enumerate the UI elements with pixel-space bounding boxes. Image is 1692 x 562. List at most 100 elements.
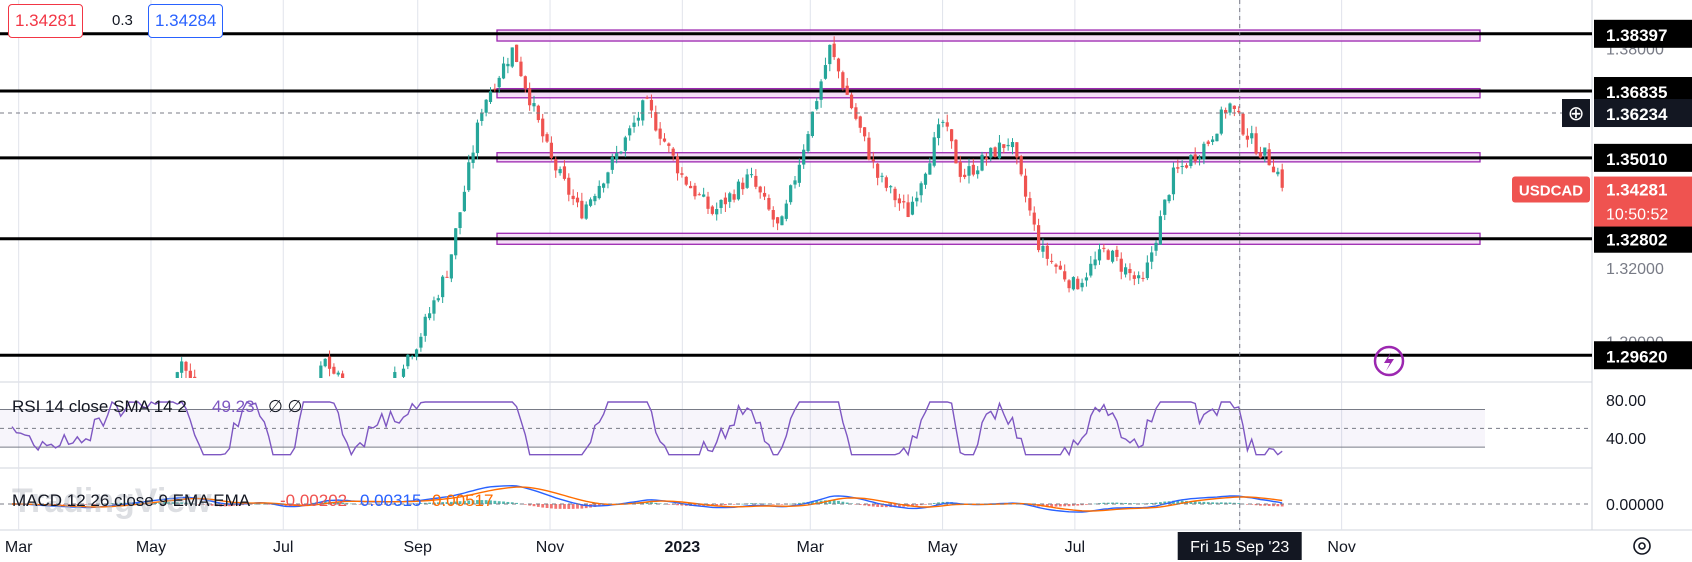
candle-body	[1184, 165, 1189, 168]
candle-body	[858, 116, 862, 128]
candle-body	[971, 164, 975, 175]
x-tick-label: Sep	[403, 539, 432, 556]
candle-body	[963, 174, 967, 178]
candle-body	[554, 159, 558, 171]
candle-body	[793, 180, 797, 185]
candle-body	[602, 183, 606, 188]
candle-body	[1245, 135, 1249, 140]
candle-body	[1023, 175, 1028, 197]
candle-body	[989, 147, 993, 158]
candle-body	[719, 199, 723, 208]
candle-body	[941, 121, 945, 123]
candle-body	[549, 142, 553, 158]
candle-body	[732, 194, 736, 200]
candle-body	[723, 197, 727, 205]
candle-body	[662, 138, 667, 142]
candle-body	[932, 137, 936, 166]
ask-price-box[interactable]: 1.34284	[148, 4, 224, 38]
candle-body	[967, 166, 971, 176]
macd-histogram-bar	[789, 503, 793, 505]
candle-body	[728, 193, 732, 202]
candle-body	[545, 134, 549, 142]
candle-body	[180, 361, 184, 373]
candle-body	[806, 134, 810, 152]
candle-body	[441, 276, 445, 298]
rsi-tick-label: 80.00	[1606, 393, 1646, 410]
candle-body	[993, 147, 997, 157]
candle-body	[671, 148, 675, 156]
candle-body	[475, 122, 480, 154]
chart-canvas[interactable]: 80.0040.00 0.00000 Mar May Jul Sep Nov 2023 Ma…	[0, 0, 1692, 562]
macd-histogram-bar	[1267, 504, 1271, 506]
candle-body	[863, 127, 867, 137]
macd-histogram-bar	[924, 504, 927, 505]
crosshair	[0, 0, 1592, 530]
candle-body	[1010, 142, 1015, 148]
candle-body	[393, 372, 397, 378]
candle-body	[1280, 169, 1284, 188]
candle-body	[619, 151, 623, 154]
candle-body	[1189, 155, 1193, 166]
candle-body	[893, 188, 897, 201]
candle-body	[810, 111, 814, 137]
flash-icon[interactable]	[1373, 345, 1405, 377]
macd-histogram-bar	[523, 504, 527, 505]
ask-price: 1.34284	[155, 11, 217, 30]
candle-body	[445, 276, 449, 278]
macd-histogram-bar	[532, 504, 536, 507]
candle-body	[889, 186, 893, 188]
candle-body	[628, 128, 632, 136]
candle-body	[597, 185, 601, 199]
candle-body	[1145, 262, 1149, 279]
candle-body	[480, 113, 484, 121]
candle-body	[532, 103, 536, 107]
candle-body	[636, 117, 640, 121]
candle-body	[802, 149, 806, 165]
candle-body	[1093, 259, 1097, 266]
candle-body	[706, 196, 710, 209]
candle-body	[188, 370, 192, 378]
bid-price: 1.34281	[15, 11, 77, 30]
candle-body	[876, 163, 880, 178]
macd-histogram-bar	[1219, 502, 1223, 504]
x-tick-label: Fri 15 Sep '23	[1190, 539, 1289, 556]
candle-body	[1158, 216, 1162, 245]
macd-histogram-bar	[554, 504, 558, 509]
x-tick-label: May	[927, 539, 957, 556]
rsi-tick-label: 40.00	[1606, 431, 1646, 448]
candle-body	[950, 129, 954, 142]
candle-body	[623, 137, 627, 151]
macd-histogram-bar	[541, 504, 545, 508]
candle-body	[501, 63, 506, 79]
candle-body	[606, 172, 610, 184]
candle-body	[954, 139, 958, 164]
candle-body	[410, 356, 414, 358]
candle-body	[780, 216, 784, 226]
gear-icon[interactable]	[1633, 537, 1651, 555]
macd-histogram-bar	[1237, 503, 1241, 504]
macd-histogram-bar	[567, 504, 571, 509]
macd-histogram-bar	[545, 504, 549, 509]
candle-body	[645, 97, 649, 99]
candle-body	[1089, 263, 1093, 276]
candle-body	[506, 63, 510, 67]
candle-body	[1110, 250, 1115, 262]
rsi-value: 49.23	[212, 397, 255, 416]
candle-body	[741, 182, 745, 190]
macd-histogram-bar	[1085, 504, 1088, 505]
bid-price-box[interactable]: 1.34281	[8, 4, 84, 38]
candle-body	[432, 300, 436, 314]
candle-body	[902, 201, 906, 203]
candle-body	[1254, 133, 1258, 154]
candle-body	[336, 372, 340, 375]
macd-signal-value: 0.00517	[432, 491, 493, 510]
candle-body	[1019, 156, 1023, 175]
candle-body	[423, 316, 427, 336]
candle-body	[1032, 212, 1036, 225]
candle-body	[436, 298, 440, 301]
candle-body	[789, 185, 793, 203]
candle-body	[1080, 282, 1084, 288]
candle-body	[1037, 225, 1041, 251]
candle-body	[588, 199, 593, 206]
candle-body	[341, 373, 345, 378]
